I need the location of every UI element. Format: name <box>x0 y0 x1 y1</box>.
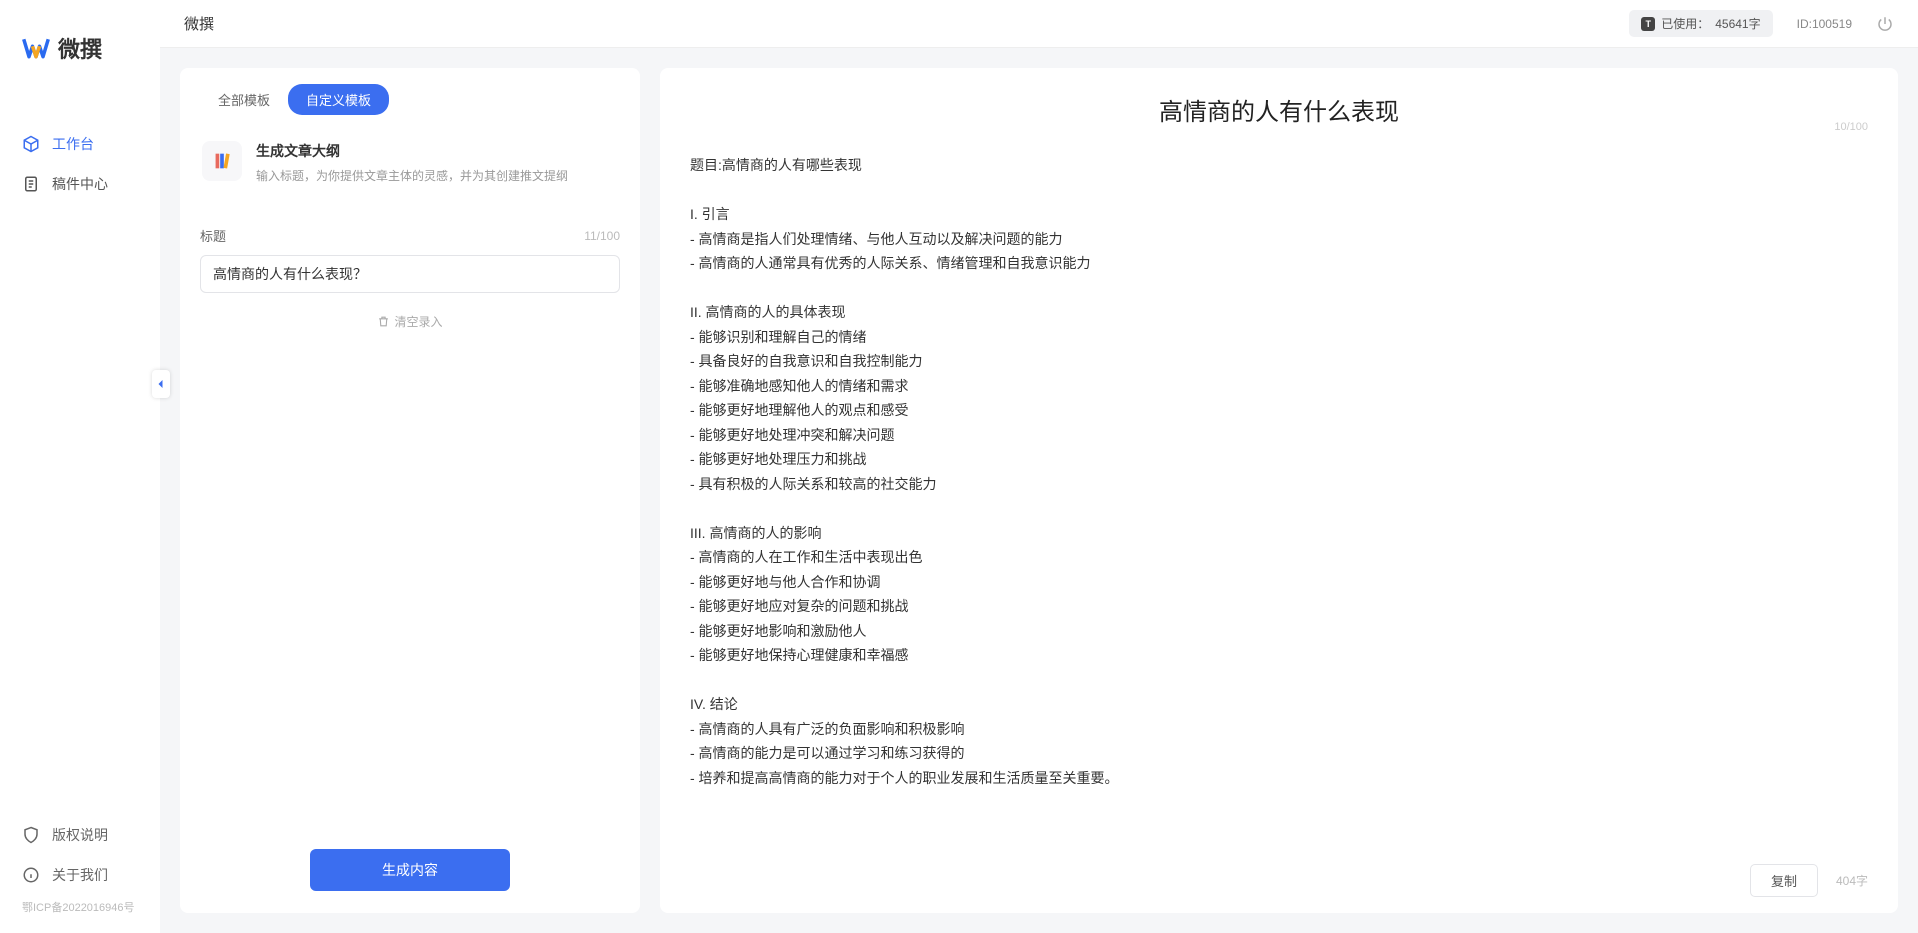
tabs: 全部模板 自定义模板 <box>200 84 620 115</box>
usage-prefix: 已使用： <box>1661 15 1709 32</box>
right-panel: 高情商的人有什么表现 10/100 题目:高情商的人有哪些表现 I. 引言 - … <box>660 68 1898 913</box>
nav-bottom: 版权说明 关于我们 鄂ICP备2022016946号 <box>0 815 160 933</box>
user-id: ID:100519 <box>1797 17 1852 31</box>
tab-all-templates[interactable]: 全部模板 <box>200 84 288 115</box>
title-char-count: 10/100 <box>1834 121 1868 133</box>
word-count: 404字 <box>1836 872 1868 889</box>
usage-value: 45641字 <box>1715 15 1760 32</box>
sidebar-collapse-handle[interactable] <box>152 370 170 398</box>
trash-icon <box>377 315 390 328</box>
power-icon <box>1876 15 1894 33</box>
info-icon <box>22 866 40 884</box>
header: 微撰 T 已使用： 45641字 ID:100519 <box>160 0 1918 48</box>
cube-icon <box>22 135 40 153</box>
template-card: 生成文章大纲 输入标题，为你提供文章主体的灵感，并为其创建推文提纲 <box>200 133 620 202</box>
logo-text: 微撰 <box>58 32 102 64</box>
usage-badge: T 已使用： 45641字 <box>1629 10 1772 37</box>
nav-label: 稿件中心 <box>52 174 108 194</box>
doc-footer: 复制 404字 <box>690 852 1868 897</box>
shield-icon <box>22 826 40 844</box>
char-count: 11/100 <box>584 229 620 243</box>
nav: 工作台 稿件中心 <box>0 124 160 815</box>
nav-drafts[interactable]: 稿件中心 <box>0 164 160 204</box>
icp-text: 鄂ICP备2022016946号 <box>0 895 160 923</box>
header-title: 微撰 <box>184 13 214 34</box>
nav-workbench[interactable]: 工作台 <box>0 124 160 164</box>
doc-title-row: 高情商的人有什么表现 10/100 <box>690 92 1868 127</box>
generate-button[interactable]: 生成内容 <box>310 849 510 891</box>
template-icon <box>202 141 242 181</box>
field-label-row: 标题 11/100 <box>200 226 620 245</box>
nav-label: 版权说明 <box>52 825 108 845</box>
template-desc: 输入标题，为你提供文章主体的灵感，并为其创建推文提纲 <box>256 167 568 184</box>
logo-icon <box>22 34 50 62</box>
text-icon: T <box>1641 17 1655 31</box>
title-input[interactable] <box>200 255 620 293</box>
books-icon <box>211 150 233 172</box>
nav-label: 工作台 <box>52 134 94 154</box>
tab-custom-template[interactable]: 自定义模板 <box>288 84 389 115</box>
main: 微撰 T 已使用： 45641字 ID:100519 全部模板 自定义模板 <box>160 0 1918 933</box>
sidebar: 微撰 工作台 稿件中心 版权说明 <box>0 0 160 933</box>
nav-copyright[interactable]: 版权说明 <box>0 815 160 855</box>
left-panel: 全部模板 自定义模板 生成文章大纲 输入标题，为你提供文章主体的灵感，并为其创建… <box>180 68 640 913</box>
content: 全部模板 自定义模板 生成文章大纲 输入标题，为你提供文章主体的灵感，并为其创建… <box>160 48 1918 933</box>
power-button[interactable] <box>1876 15 1894 33</box>
chevron-left-icon <box>155 378 167 390</box>
logo: 微撰 <box>0 32 160 124</box>
copy-button[interactable]: 复制 <box>1750 864 1818 897</box>
doc-icon <box>22 175 40 193</box>
nav-about[interactable]: 关于我们 <box>0 855 160 895</box>
clear-input-link[interactable]: 清空录入 <box>200 313 620 330</box>
clear-label: 清空录入 <box>394 313 442 330</box>
doc-title[interactable]: 高情商的人有什么表现 <box>690 92 1868 127</box>
field-label: 标题 <box>200 226 226 245</box>
template-info: 生成文章大纲 输入标题，为你提供文章主体的灵感，并为其创建推文提纲 <box>256 141 568 184</box>
template-title: 生成文章大纲 <box>256 141 568 161</box>
doc-body[interactable]: 题目:高情商的人有哪些表现 I. 引言 - 高情商是指人们处理情绪、与他人互动以… <box>690 153 1868 852</box>
nav-label: 关于我们 <box>52 865 108 885</box>
